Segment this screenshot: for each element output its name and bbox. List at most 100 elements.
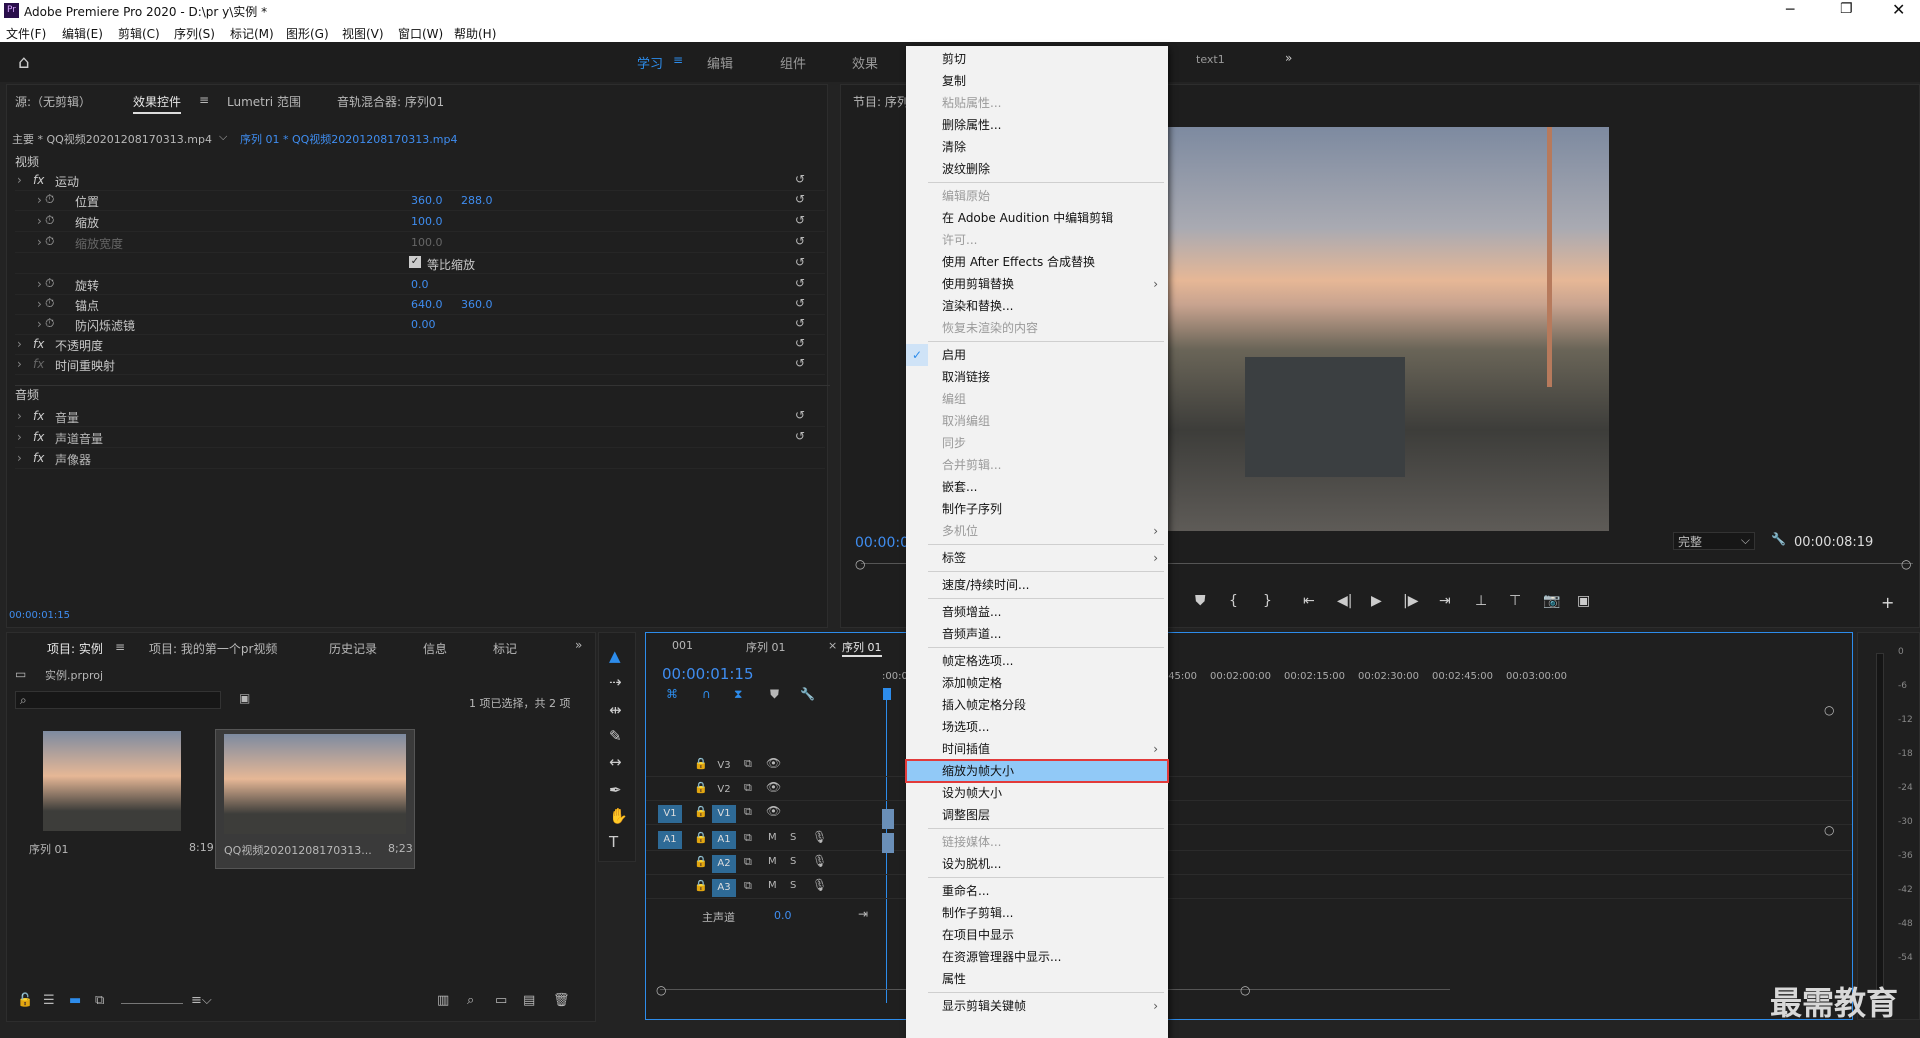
- context-menu-item[interactable]: 帧定格选项...: [906, 650, 1168, 672]
- hand-icon[interactable]: ✋: [609, 807, 628, 825]
- step-back-icon[interactable]: ◀|: [1337, 593, 1352, 609]
- new-item-icon[interactable]: ▤: [523, 993, 535, 1008]
- context-menu-item[interactable]: 波纹删除: [906, 158, 1168, 180]
- settings-wrench-icon[interactable]: 🔧: [800, 687, 815, 701]
- clip-v1[interactable]: [882, 809, 894, 829]
- workspace-tab-text1[interactable]: text1: [1196, 53, 1225, 66]
- snap-icon[interactable]: ⌘: [666, 687, 678, 701]
- expand-icon[interactable]: ›: [17, 409, 22, 423]
- ripple-edit-icon[interactable]: ⇹: [609, 701, 622, 719]
- new-folder-icon[interactable]: ▭: [495, 993, 507, 1008]
- step-forward-icon[interactable]: |▶: [1403, 593, 1418, 609]
- lock-icon[interactable]: 🔒: [694, 781, 708, 794]
- lift-icon[interactable]: ⊥: [1475, 593, 1487, 609]
- reset-icon[interactable]: ↺: [795, 234, 805, 248]
- lock-icon[interactable]: 🔒: [694, 855, 708, 868]
- fx-icon[interactable]: fx: [33, 409, 44, 423]
- source-patch[interactable]: V1: [658, 805, 682, 823]
- tab-info[interactable]: 信息: [423, 640, 447, 657]
- expand-icon[interactable]: ›: [37, 193, 42, 207]
- stopwatch-icon[interactable]: ⏱: [45, 316, 54, 331]
- track-select-icon[interactable]: ⇢: [609, 673, 622, 691]
- fx-icon[interactable]: fx: [33, 430, 44, 444]
- context-menu-item[interactable]: 重命名...: [906, 880, 1168, 902]
- close-icon[interactable]: ×: [828, 639, 837, 652]
- toggle-sync-icon[interactable]: ⧉: [744, 805, 752, 819]
- maximize-icon[interactable]: ❐: [1840, 1, 1853, 17]
- expand-icon[interactable]: ›: [37, 317, 42, 331]
- context-menu-item[interactable]: 音频增益...: [906, 601, 1168, 623]
- expand-icon[interactable]: ›: [17, 430, 22, 444]
- tab-project[interactable]: 项目: 实例: [47, 640, 103, 657]
- master-track-value[interactable]: 0.0: [774, 909, 792, 922]
- menu-item[interactable]: 文件(F): [6, 25, 46, 42]
- panel-menu-icon[interactable]: ≡: [199, 93, 209, 107]
- track-label[interactable]: A1: [712, 831, 736, 849]
- context-menu-item[interactable]: 属性: [906, 968, 1168, 990]
- workspace-tab-effects[interactable]: 效果: [852, 53, 878, 72]
- tab-audio-mixer[interactable]: 音轨混合器: 序列01: [337, 93, 444, 110]
- tab-history[interactable]: 历史记录: [329, 640, 377, 657]
- expand-icon[interactable]: ›: [37, 214, 42, 228]
- context-menu-item[interactable]: 标签 ›: [906, 547, 1168, 569]
- track-label[interactable]: V1: [712, 805, 736, 823]
- mute-button[interactable]: M: [768, 832, 777, 843]
- solo-button[interactable]: S: [790, 856, 796, 867]
- tab-lumetri-scopes[interactable]: Lumetri 范围: [227, 93, 301, 110]
- context-menu-item[interactable]: 在 Adobe Audition 中编辑剪辑: [906, 207, 1168, 229]
- sort-icon[interactable]: ≡⌵: [191, 993, 212, 1008]
- context-menu-item[interactable]: 在资源管理器中显示...: [906, 946, 1168, 968]
- reset-icon[interactable]: ↺: [795, 408, 805, 422]
- compare-view-icon[interactable]: ▣: [1577, 593, 1590, 609]
- reset-icon[interactable]: ↺: [795, 296, 805, 310]
- more-workspaces-icon[interactable]: »: [1285, 51, 1292, 65]
- expand-icon[interactable]: ›: [17, 451, 22, 465]
- effect-value[interactable]: 0.00: [411, 318, 436, 331]
- context-menu-item[interactable]: 时间插值 ›: [906, 738, 1168, 760]
- expand-icon[interactable]: ›: [17, 357, 22, 371]
- tab-markers[interactable]: 标记: [493, 640, 517, 657]
- workspace-menu-icon[interactable]: ≡: [673, 53, 683, 67]
- expand-icon[interactable]: ›: [37, 277, 42, 291]
- menu-item[interactable]: 图形(G): [286, 25, 329, 42]
- toggle-sync-icon[interactable]: ⧉: [744, 831, 752, 845]
- project-item[interactable]: 序列 01 8:19: [15, 729, 215, 869]
- extract-icon[interactable]: ⊤: [1509, 593, 1521, 609]
- menu-item[interactable]: 剪辑(C): [118, 25, 160, 42]
- microphone-icon[interactable]: 🎙: [812, 878, 827, 892]
- list-view-icon[interactable]: ☰: [43, 993, 55, 1008]
- timeline-timecode[interactable]: 00:00:01:15: [662, 665, 754, 683]
- context-menu-item[interactable]: 剪切: [906, 48, 1168, 70]
- tab-source[interactable]: 源:（无剪辑）: [15, 93, 91, 110]
- lock-icon[interactable]: 🔒: [694, 879, 708, 892]
- scroll-left-handle[interactable]: ○: [656, 983, 666, 997]
- solo-button[interactable]: S: [790, 832, 796, 843]
- icon-view-icon[interactable]: ▬: [69, 993, 81, 1008]
- stopwatch-icon[interactable]: ⏱: [45, 234, 54, 249]
- expand-icon[interactable]: ›: [17, 173, 22, 187]
- minimize-icon[interactable]: ─: [1786, 2, 1794, 18]
- selection-tool-icon[interactable]: ▲: [609, 647, 621, 665]
- context-menu-item[interactable]: 制作子序列: [906, 498, 1168, 520]
- context-menu-item[interactable]: 音频声道...: [906, 623, 1168, 645]
- toggle-sync-icon[interactable]: ⧉: [744, 855, 752, 869]
- effect-value[interactable]: 100.0: [411, 215, 443, 228]
- stopwatch-icon[interactable]: ⏱: [45, 276, 54, 291]
- context-menu-item[interactable]: 渲染和替换...: [906, 295, 1168, 317]
- clip-a1[interactable]: [882, 833, 894, 853]
- fx-icon[interactable]: fx: [33, 357, 44, 371]
- fx-icon[interactable]: fx: [33, 173, 44, 187]
- export-frame-icon[interactable]: 📷: [1543, 593, 1560, 609]
- vscroll-handle[interactable]: ○: [1824, 823, 1834, 837]
- context-menu-item[interactable]: 复制: [906, 70, 1168, 92]
- go-to-out-icon[interactable]: ⇥: [1439, 593, 1451, 609]
- microphone-icon[interactable]: 🎙: [812, 854, 827, 868]
- context-menu-item[interactable]: 制作子剪辑...: [906, 902, 1168, 924]
- menu-item[interactable]: 序列(S): [174, 25, 215, 42]
- menu-item[interactable]: 视图(V): [342, 25, 384, 42]
- marker-icon[interactable]: ⛊: [770, 687, 779, 702]
- context-menu-item[interactable]: 使用 After Effects 合成替换: [906, 251, 1168, 273]
- reset-icon[interactable]: ↺: [795, 255, 805, 269]
- context-menu-item[interactable]: ✓ 启用: [906, 344, 1168, 366]
- linked-icon[interactable]: ⧗: [734, 687, 742, 702]
